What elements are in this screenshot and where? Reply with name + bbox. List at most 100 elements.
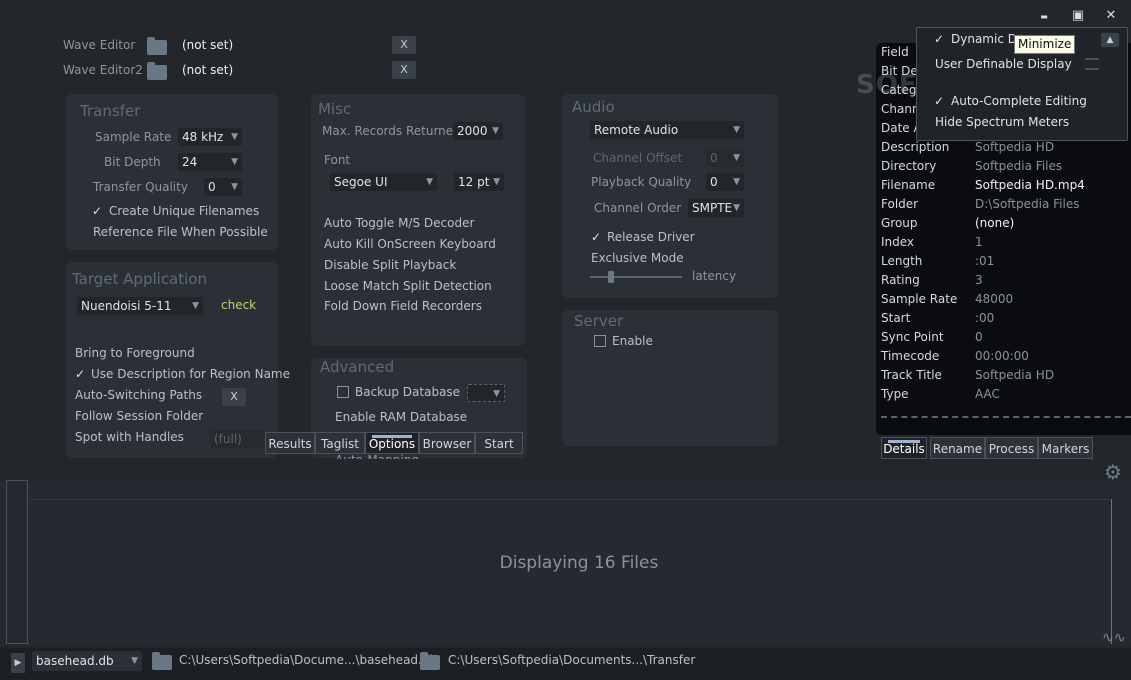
tab-taglist[interactable]: Taglist	[315, 432, 365, 454]
sample-rate-value: 48 kHz	[182, 130, 224, 144]
max-records-select[interactable]: 2000 ▼	[453, 122, 503, 140]
wave-editor2-value: (not set)	[182, 63, 234, 77]
folder-icon[interactable]	[147, 37, 167, 55]
details-field-name: Description	[881, 140, 950, 154]
details-divider	[881, 416, 1131, 418]
details-row[interactable]: Filename Softpedia HD.mp4	[881, 178, 1131, 197]
details-field-name: Sync Point	[881, 330, 944, 344]
channel-offset-select[interactable]: 0 ▼	[706, 149, 744, 167]
details-field-name: Field	[881, 45, 909, 59]
spot-with-handles-option[interactable]: Spot with Handles	[75, 430, 184, 444]
details-field-name: Chann	[881, 102, 920, 116]
folder-icon[interactable]	[147, 62, 167, 80]
backup-database-select[interactable]: ▼	[467, 384, 505, 402]
auto-switching-paths-option[interactable]: Auto-Switching Paths	[75, 388, 202, 402]
latency-slider-handle[interactable]	[608, 271, 614, 283]
server-panel	[562, 310, 778, 446]
minimize-tooltip: Minimize	[1014, 35, 1076, 54]
misc-option[interactable]: Disable Split Playback	[324, 258, 456, 272]
wave-editor-clear-button[interactable]: X	[392, 36, 416, 54]
spot-handles-select[interactable]: (full)	[210, 430, 264, 448]
reference-file-option[interactable]: Reference File When Possible	[93, 225, 268, 239]
details-row[interactable]: Index 1	[881, 235, 1131, 254]
details-row[interactable]: Length:01	[881, 254, 1131, 273]
tab-start[interactable]: Start	[475, 432, 523, 454]
tab-process[interactable]: Process	[985, 437, 1038, 459]
checkmark-icon: ✓	[934, 32, 945, 46]
details-row[interactable]: Directory Softpedia Files	[881, 159, 1131, 178]
details-row[interactable]: Sample Rate 48000	[881, 292, 1131, 311]
details-row[interactable]: Folder D:\Softpedia Files	[881, 197, 1131, 216]
maximize-button[interactable]: ▣	[1067, 6, 1089, 26]
audio-device-select[interactable]: Remote Audio ▼	[590, 121, 744, 139]
playback-quality-select[interactable]: 0 ▼	[706, 173, 744, 191]
details-field-name: Sample Rate	[881, 292, 958, 306]
auto-switching-clear-button[interactable]: X	[222, 388, 246, 406]
details-field-value: D:\Softpedia Files	[975, 197, 1080, 211]
details-row[interactable]: Rating 3	[881, 273, 1131, 292]
tab-results[interactable]: Results	[265, 432, 315, 454]
folder-icon[interactable]	[420, 652, 440, 670]
details-field-name: Type	[881, 387, 909, 401]
menu-item-dynamic-display[interactable]: Dynamic Display	[951, 32, 1015, 46]
tab-rename[interactable]: Rename	[930, 437, 985, 459]
font-size-select[interactable]: 12 pt ▼	[454, 173, 504, 191]
channel-order-select[interactable]: SMPTE ▼	[688, 199, 744, 217]
chevron-up-icon[interactable]: ▲	[1101, 33, 1119, 47]
server-enable-checkbox[interactable]	[594, 335, 606, 347]
chevron-down-icon: ▼	[426, 177, 433, 187]
font-select[interactable]: Segoe UI ▼	[330, 173, 437, 191]
chevron-right-icon[interactable]: ▶	[11, 653, 25, 673]
details-row[interactable]: Start:00	[881, 311, 1131, 330]
bring-foreground-option[interactable]: Bring to Foreground	[75, 346, 195, 360]
misc-option[interactable]: Auto Kill OnScreen Keyboard	[324, 237, 496, 251]
sample-rate-select[interactable]: 48 kHz ▼	[178, 128, 242, 146]
transfer-path: C:\Users\Softpedia\Documents...\Transfer	[448, 653, 696, 667]
misc-option[interactable]: Fold Down Field Recorders	[324, 299, 482, 313]
tab-options[interactable]: Options	[365, 432, 419, 454]
database-select[interactable]: basehead.db ▼	[32, 651, 142, 671]
chevron-down-icon: ▼	[733, 125, 740, 135]
folder-icon[interactable]	[152, 652, 172, 670]
tab-details[interactable]: Details	[881, 437, 927, 459]
check-link[interactable]: check	[221, 298, 256, 312]
chevron-down-icon: ▼	[231, 182, 238, 192]
close-button[interactable]: ✕	[1100, 6, 1122, 26]
use-description-option[interactable]: Use Description for Region Name	[91, 367, 290, 381]
transfer-quality-select[interactable]: 0 ▼	[204, 178, 242, 196]
misc-option[interactable]: Auto Toggle M/S Decoder	[324, 216, 474, 230]
font-label: Font	[324, 153, 351, 167]
details-row[interactable]: Track Title Softpedia HD	[881, 368, 1131, 387]
tab-browser[interactable]: Browser	[419, 432, 475, 454]
unique-filenames-option[interactable]: Create Unique Filenames	[109, 204, 259, 218]
latency-slider-track[interactable]	[590, 276, 682, 278]
details-field-name: Folder	[881, 197, 919, 211]
details-field-name: Filename	[881, 178, 936, 192]
details-row[interactable]: Type AAC	[881, 387, 1131, 406]
enable-ram-database-option[interactable]: Enable RAM Database	[335, 410, 467, 424]
menu-item-user-definable-display[interactable]: User Definable Display	[935, 57, 1072, 71]
details-row[interactable]: Group (none)	[881, 216, 1131, 235]
target-app-select[interactable]: Nuendoisi 5-11 ▼	[77, 297, 203, 315]
menu-item-hide-spectrum-meters[interactable]: Hide Spectrum Meters	[935, 115, 1069, 129]
details-field-value: 1	[975, 235, 983, 249]
channel-offset-value: 0	[710, 151, 718, 165]
details-row[interactable]: Sync Point 0	[881, 330, 1131, 349]
bit-depth-value: 24	[182, 155, 198, 169]
details-row[interactable]: Timecode 00:00:00	[881, 349, 1131, 368]
minimize-button[interactable]: ▬	[1033, 6, 1055, 26]
chevron-down-icon: ▼	[493, 177, 500, 187]
release-driver-option[interactable]: Release Driver	[607, 230, 695, 244]
tab-markers[interactable]: Markers	[1038, 437, 1093, 459]
checkmark-icon[interactable]: ✓	[92, 204, 102, 218]
bit-depth-select[interactable]: 24 ▼	[178, 153, 242, 171]
checkmark-icon[interactable]: ✓	[75, 367, 85, 381]
wave-editor2-clear-button[interactable]: X	[392, 61, 416, 79]
details-row[interactable]: Description Softpedia HD	[881, 140, 1131, 159]
max-records-label: Max. Records Returned	[322, 124, 461, 138]
backup-database-checkbox[interactable]	[337, 386, 349, 398]
checkmark-icon[interactable]: ✓	[591, 230, 601, 244]
menu-item-auto-complete-editing[interactable]: Auto-Complete Editing	[951, 94, 1087, 108]
follow-session-folder-option[interactable]: Follow Session Folder	[75, 409, 203, 423]
misc-option[interactable]: Loose Match Split Detection	[324, 279, 492, 293]
